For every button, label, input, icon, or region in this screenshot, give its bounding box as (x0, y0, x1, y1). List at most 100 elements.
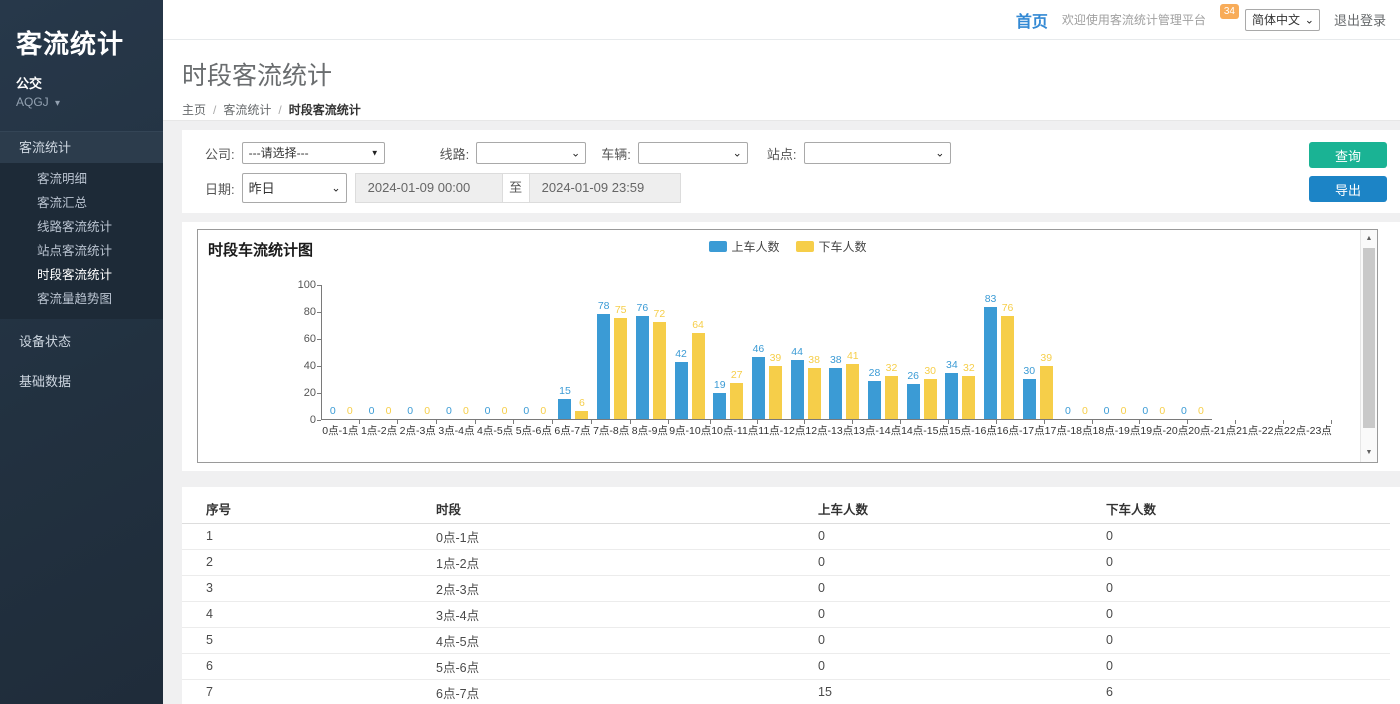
table-cell: 0 (1082, 575, 1390, 601)
bar-group: 7672 (632, 284, 671, 419)
x-axis-label: 10点-11点 (711, 423, 758, 438)
date-to-input[interactable]: 2024-01-09 23:59 (529, 173, 681, 203)
legend-item[interactable]: 下车人数 (796, 238, 867, 255)
language-select[interactable]: 简体中文 (1245, 9, 1320, 31)
company-select[interactable]: ---请选择--- (242, 142, 385, 164)
table-cell: 5点-6点 (412, 653, 794, 679)
sidebar-subitem[interactable]: 时段客流统计 (0, 263, 163, 287)
x-axis-label-text: 14点-15点 (901, 423, 949, 438)
line-label: 线路: (440, 144, 470, 163)
bar-group: 4264 (670, 284, 709, 419)
logout-link[interactable]: 退出登录 (1334, 10, 1386, 29)
bar-group: 00 (1173, 284, 1212, 419)
bar-group: 00 (361, 284, 400, 419)
sidebar-section[interactable]: 基础数据 (0, 365, 163, 399)
export-button[interactable]: 导出 (1309, 176, 1387, 202)
org-code-label: AQGJ (16, 95, 49, 109)
table-row: 32点-3点00 (182, 575, 1390, 601)
sidebar-subitem[interactable]: 客流汇总 (0, 191, 163, 215)
table-cell: 6 (182, 653, 412, 679)
org-code-dropdown[interactable]: AQGJ ▾ (16, 95, 163, 109)
bar: 46 (752, 344, 765, 419)
bar-rect (769, 366, 782, 419)
vehicle-select-wrap: ⌄ (638, 142, 748, 164)
bar: 0 (326, 406, 339, 419)
x-axis-label: 9点-10点 (669, 423, 711, 438)
y-axis-label: 40 (286, 360, 316, 372)
bar-value-label: 46 (753, 344, 765, 355)
vehicle-select[interactable] (638, 142, 748, 164)
table-cell: 2点-3点 (412, 575, 794, 601)
bar-rect (636, 316, 649, 419)
table-cell: 0 (794, 653, 1082, 679)
x-axis-label-text: 9点-10点 (669, 423, 711, 438)
table-cell: 3 (182, 575, 412, 601)
bar: 39 (769, 353, 782, 419)
bar-value-label: 0 (1121, 406, 1127, 417)
date-from-input[interactable]: 2024-01-09 00:00 (355, 173, 503, 203)
station-label: 站点: (767, 144, 797, 163)
breadcrumb-link[interactable]: 主页 (182, 103, 206, 117)
table-body: 10点-1点0021点-2点0032点-3点0043点-4点0054点-5点00… (182, 523, 1390, 704)
bar: 26 (907, 371, 920, 419)
sidebar-section[interactable]: 设备状态 (0, 325, 163, 359)
breadcrumb-link[interactable]: 客流统计 (223, 103, 271, 117)
bar-rect (808, 368, 821, 419)
bar-value-label: 0 (540, 406, 546, 417)
bar-value-label: 28 (869, 368, 881, 379)
table-cell: 0 (1082, 523, 1390, 549)
date-preset-select[interactable]: 昨日 (242, 173, 347, 203)
org-name: 公交 (16, 73, 163, 92)
sidebar-subitem[interactable]: 客流明细 (0, 167, 163, 191)
legend-swatch (708, 241, 726, 252)
filter-row-2: 日期: 昨日 ⌄ 2024-01-09 00:00 至 2024-01-09 2… (205, 173, 1400, 203)
caret-down-icon: ▾ (55, 98, 60, 109)
scroll-up-icon[interactable]: ▲ (1361, 231, 1377, 247)
table-cell: 0 (794, 627, 1082, 653)
table-head: 序号时段上车人数下车人数 (182, 495, 1390, 523)
scrollbar-thumb[interactable] (1363, 248, 1375, 428)
bar-group: 2832 (864, 284, 903, 419)
table-header-cell: 下车人数 (1082, 495, 1390, 523)
sidebar-section[interactable]: 客流统计 (0, 131, 163, 163)
bar: 30 (1023, 366, 1036, 420)
bar-value-label: 32 (963, 363, 975, 374)
chart-scrollbar[interactable]: ▲ ▼ (1360, 230, 1377, 462)
legend-item[interactable]: 上车人数 (708, 238, 779, 255)
bar: 44 (791, 347, 804, 419)
scroll-down-icon[interactable]: ▼ (1361, 445, 1377, 461)
bar: 75 (614, 305, 627, 419)
notification-badge[interactable]: 34 (1220, 4, 1239, 19)
x-axis-label: 5点-6点 (514, 423, 553, 438)
bar-rect (829, 368, 842, 419)
station-select[interactable] (804, 142, 951, 164)
bar: 0 (365, 406, 378, 419)
y-axis-label: 0 (286, 414, 316, 426)
bar-rect (885, 376, 898, 419)
legend-label: 上车人数 (731, 238, 779, 255)
sidebar-subitem[interactable]: 站点客流统计 (0, 239, 163, 263)
bar: 64 (692, 320, 705, 419)
query-button[interactable]: 查询 (1309, 142, 1387, 168)
bar-value-label: 0 (369, 406, 375, 417)
bar: 76 (636, 303, 649, 419)
x-axis-label: 19点-20点 (1140, 423, 1188, 438)
bar-value-label: 83 (985, 294, 997, 305)
bar-value-label: 44 (791, 347, 803, 358)
table-header-cell: 时段 (412, 495, 794, 523)
bar-value-label: 39 (770, 353, 782, 364)
x-axis-label-text: 21点-22点 (1236, 423, 1284, 438)
x-axis-label: 22点-23点 (1284, 423, 1332, 438)
x-axis-label-text: 5点-6点 (516, 423, 552, 438)
x-axis-label-text: 4点-5点 (477, 423, 513, 438)
bar-group: 00 (515, 284, 554, 419)
bar-value-label: 26 (907, 371, 919, 382)
x-axis-label: 4点-5点 (476, 423, 515, 438)
sidebar-subitem[interactable]: 线路客流统计 (0, 215, 163, 239)
table-cell: 6 (1082, 679, 1390, 704)
x-axis-label: 12点-13点 (805, 423, 853, 438)
bar-group: 3039 (1018, 284, 1057, 419)
line-select[interactable] (476, 142, 586, 164)
home-link[interactable]: 首页 (1016, 8, 1048, 32)
sidebar-subitem[interactable]: 客流量趋势图 (0, 287, 163, 311)
